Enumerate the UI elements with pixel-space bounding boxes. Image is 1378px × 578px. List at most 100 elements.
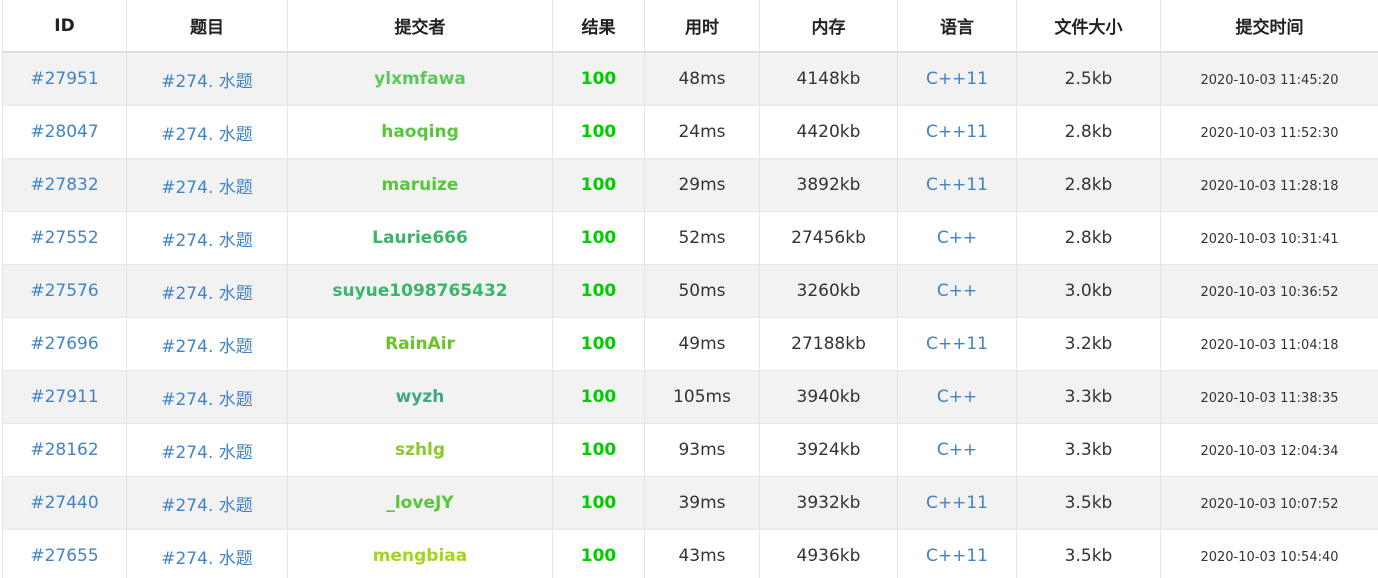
code-size-cell: 3.0kb [1016,264,1161,318]
submission-id-link[interactable]: #27552 [30,228,98,248]
time-value: 24ms [678,122,726,142]
code-size-cell: 2.8kb [1016,105,1161,159]
result-score[interactable]: 100 [581,228,617,248]
submission-id-link[interactable]: #27911 [30,387,98,407]
submission-id-cell: #27911 [2,370,127,424]
problem-link[interactable]: #274. 水题 [161,178,253,198]
submitter-link[interactable]: mengbiaa [373,546,467,566]
submitter-link[interactable]: _loveJY [386,493,453,513]
problem-link[interactable]: #274. 水题 [161,390,253,410]
result-score[interactable]: 100 [581,493,617,513]
memory-cell: 4936kb [759,529,898,578]
language-link[interactable]: C++11 [926,493,988,513]
header-language: 语言 [897,0,1017,53]
submission-id-link[interactable]: #27440 [30,493,98,513]
table-row: #28162 #274. 水题 szhlg 100 93ms 3924kb C++ 3.3kb… [2,423,1378,477]
submissions-table-container: ID 题目 提交者 结果 用时 内存 语言 文件大小 提交时间 #27951 #2… [2,0,1378,578]
code-size-value: 2.8kb [1064,175,1113,195]
submitter-link[interactable]: RainAir [385,334,455,354]
code-size-value: 2.8kb [1064,122,1113,142]
submission-id-link[interactable]: #27696 [30,334,98,354]
table-row: #27655 #274. 水题 mengbiaa 100 43ms 4936kb C++11… [2,529,1378,578]
code-size-value: 3.5kb [1064,493,1113,513]
submission-id-link[interactable]: #27655 [30,546,98,566]
memory-cell: 3892kb [759,158,898,212]
submission-id-link[interactable]: #27832 [30,175,98,195]
time-cell: 52ms [644,211,760,265]
submission-id-link[interactable]: #27951 [30,69,98,89]
table-row: #27911 #274. 水题 wyzh 100 105ms 3940kb C++ 3.3kb… [2,370,1378,424]
language-link[interactable]: C++ [937,228,977,248]
language-link[interactable]: C++ [937,440,977,460]
submitter-link[interactable]: ylxmfawa [374,69,466,89]
submitter-cell: wyzh [287,370,553,424]
submit-time-value: 2020-10-03 11:28:18 [1200,179,1339,194]
language-link[interactable]: C++11 [926,122,988,142]
submission-id-cell: #28162 [2,423,127,477]
language-cell: C++11 [897,52,1017,106]
language-cell: C++11 [897,529,1017,578]
result-score[interactable]: 100 [581,387,617,407]
problem-cell: #274. 水题 [126,476,288,530]
result-cell: 100 [552,423,645,477]
result-score[interactable]: 100 [581,440,617,460]
language-link[interactable]: C++ [937,387,977,407]
result-score[interactable]: 100 [581,175,617,195]
result-score[interactable]: 100 [581,334,617,354]
language-link[interactable]: C++11 [926,546,988,566]
language-cell: C++ [897,370,1017,424]
result-score[interactable]: 100 [581,281,617,301]
submitter-link[interactable]: wyzh [396,387,445,407]
problem-link[interactable]: #274. 水题 [161,284,253,304]
table-row: #28047 #274. 水题 haoqing 100 24ms 4420kb C++11 2… [2,105,1378,159]
submitter-link[interactable]: maruize [382,175,459,195]
time-cell: 29ms [644,158,760,212]
memory-cell: 27456kb [759,211,898,265]
language-link[interactable]: C++ [937,281,977,301]
result-score[interactable]: 100 [581,546,617,566]
problem-link[interactable]: #274. 水题 [161,496,253,516]
result-score[interactable]: 100 [581,69,617,89]
submit-time-value: 2020-10-03 10:54:40 [1200,550,1339,565]
submission-id-link[interactable]: #27576 [30,281,98,301]
memory-value: 3260kb [796,281,861,301]
submit-time-cell: 2020-10-03 11:38:35 [1160,370,1378,424]
time-cell: 39ms [644,476,760,530]
submitter-link[interactable]: Laurie666 [372,228,468,248]
language-link[interactable]: C++11 [926,175,988,195]
header-row: ID 题目 提交者 结果 用时 内存 语言 文件大小 提交时间 [2,0,1378,53]
problem-link[interactable]: #274. 水题 [161,125,253,145]
submit-time-cell: 2020-10-03 10:36:52 [1160,264,1378,318]
result-cell: 100 [552,264,645,318]
problem-link[interactable]: #274. 水题 [161,231,253,251]
language-link[interactable]: C++11 [926,69,988,89]
memory-value: 27188kb [791,334,866,354]
submitter-link[interactable]: szhlg [395,440,445,460]
language-link[interactable]: C++11 [926,334,988,354]
result-score[interactable]: 100 [581,122,617,142]
submitter-link[interactable]: haoqing [381,122,459,142]
submission-id-link[interactable]: #28162 [30,440,98,460]
submitter-link[interactable]: suyue1098765432 [332,281,507,301]
submitter-cell: Laurie666 [287,211,553,265]
submitter-cell: RainAir [287,317,553,371]
submission-id-link[interactable]: #28047 [30,122,98,142]
problem-link[interactable]: #274. 水题 [161,337,253,357]
memory-value: 3892kb [796,175,861,195]
problem-cell: #274. 水题 [126,52,288,106]
submitter-cell: _loveJY [287,476,553,530]
memory-value: 3940kb [796,387,861,407]
header-id: ID [2,0,127,53]
submit-time-cell: 2020-10-03 11:45:20 [1160,52,1378,106]
submit-time-cell: 2020-10-03 10:07:52 [1160,476,1378,530]
time-value: 93ms [678,440,726,460]
code-size-cell: 2.5kb [1016,52,1161,106]
memory-cell: 27188kb [759,317,898,371]
problem-link[interactable]: #274. 水题 [161,549,253,569]
language-cell: C++11 [897,158,1017,212]
header-submitter: 提交者 [287,0,553,53]
problem-link[interactable]: #274. 水题 [161,443,253,463]
time-cell: 43ms [644,529,760,578]
time-value: 43ms [678,546,726,566]
problem-link[interactable]: #274. 水题 [161,72,253,92]
